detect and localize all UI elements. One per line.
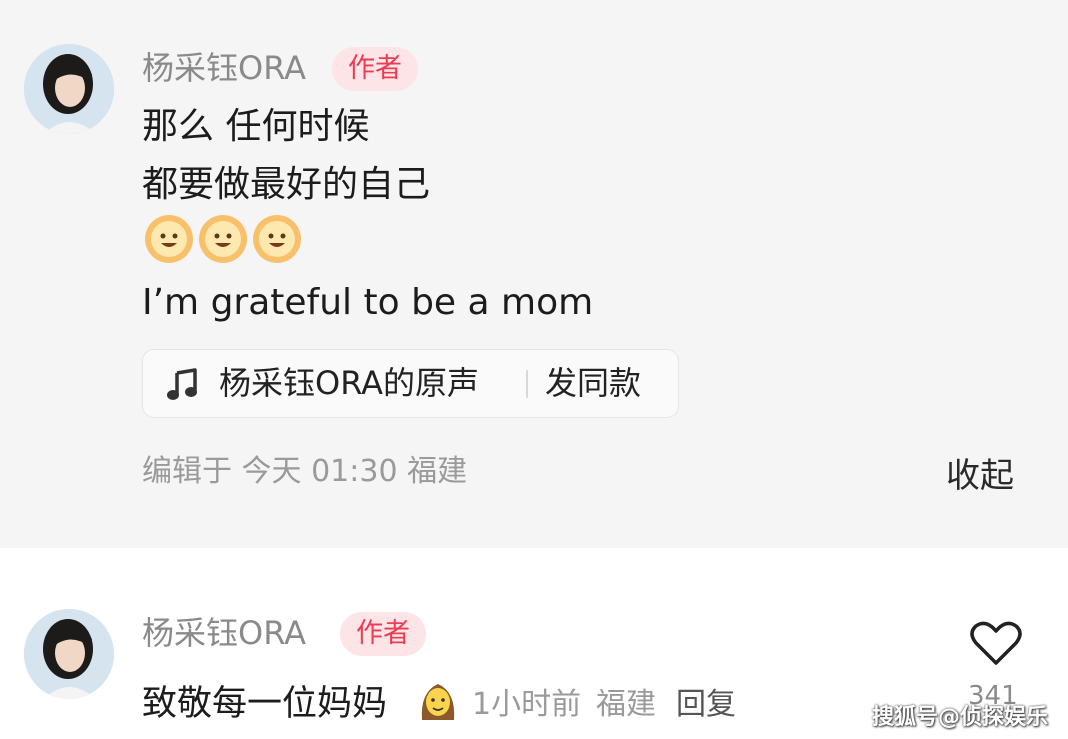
comment-username[interactable]: 杨采钰ORA	[142, 613, 306, 653]
original-sound-title[interactable]: 杨采钰ORA的原声	[219, 350, 479, 417]
sun-face-emoji	[199, 215, 247, 263]
comment-text-line: I’m grateful to be a mom	[142, 282, 594, 323]
comment-time: 1小时前	[472, 687, 582, 722]
author-badge: 作者	[340, 612, 426, 656]
comment-username[interactable]: 杨采钰ORA	[142, 48, 306, 88]
comment-text-line: 那么 任何时候	[142, 106, 370, 147]
avatar[interactable]	[24, 609, 114, 699]
sun-face-emoji	[145, 215, 193, 263]
comment-text: 致敬每一位妈妈	[142, 684, 388, 724]
avatar-portrait-icon	[24, 609, 114, 699]
avatar[interactable]	[24, 44, 114, 134]
heart-icon[interactable]	[970, 619, 1022, 667]
author-badge: 作者	[332, 47, 418, 91]
use-same-sound-button[interactable]: 发同款	[545, 350, 641, 417]
comment-meta: 编辑于 今天 01:30 福建	[142, 454, 468, 489]
music-note-icon	[167, 368, 197, 400]
watermark: 搜狐号@侦探娱乐	[872, 705, 1049, 730]
comment-location: 福建	[596, 687, 656, 722]
emoji-row	[144, 214, 302, 264]
avatar-portrait-icon	[24, 44, 114, 134]
sun-face-emoji	[253, 215, 301, 263]
divider	[526, 370, 528, 398]
original-sound-chip[interactable]: 杨采钰ORA的原声 发同款	[142, 349, 679, 418]
collapse-button[interactable]: 收起	[946, 454, 1014, 498]
woman-emoji	[421, 684, 455, 720]
comment-text-line: 都要做最好的自己	[142, 164, 431, 205]
reply-button[interactable]: 回复	[676, 685, 736, 725]
